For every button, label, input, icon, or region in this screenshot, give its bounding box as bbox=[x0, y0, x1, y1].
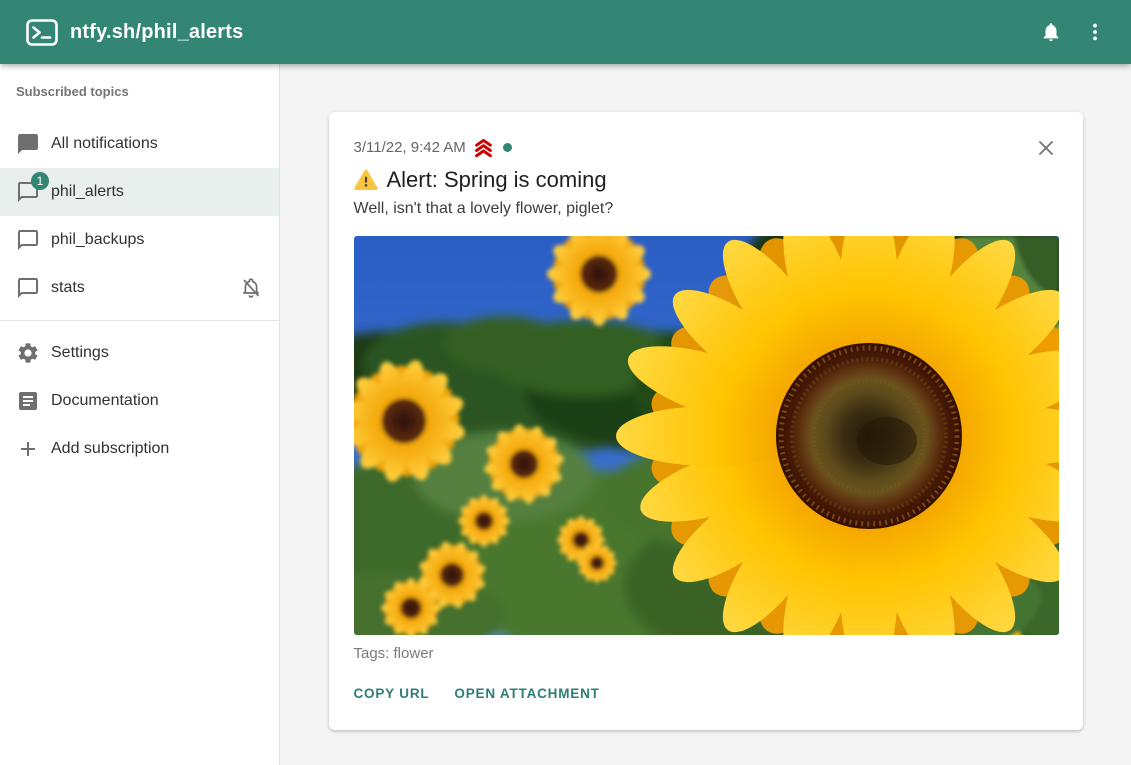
sidebar-item-label: Add subscription bbox=[51, 440, 169, 458]
sidebar-item-label: Settings bbox=[51, 344, 109, 362]
subscribed-topics-label: Subscribed topics bbox=[0, 80, 279, 104]
chat-bubble-outline-icon bbox=[16, 276, 40, 300]
sidebar-item-label: stats bbox=[51, 279, 85, 297]
chat-bubble-outline-icon bbox=[16, 228, 40, 252]
sidebar-divider bbox=[0, 320, 279, 321]
bell-icon bbox=[1040, 21, 1062, 43]
close-notification-button[interactable] bbox=[1033, 135, 1059, 161]
app-bar: ntfy.sh/phil_alerts bbox=[0, 0, 1131, 64]
sidebar-item-label: phil_backups bbox=[51, 231, 144, 249]
kebab-menu-icon bbox=[1084, 21, 1106, 43]
sidebar-item-label: All notifications bbox=[51, 135, 158, 153]
unread-dot-icon bbox=[503, 143, 512, 152]
notifications-muted-icon bbox=[239, 276, 263, 300]
notification-timestamp: 3/11/22, 9:42 AM bbox=[354, 139, 466, 156]
sidebar-item-label: phil_alerts bbox=[51, 183, 124, 201]
notification-title: Alert: Spring is coming bbox=[387, 167, 607, 193]
notification-title-row: Alert: Spring is coming bbox=[354, 167, 1059, 193]
notification-tags: Tags: flower bbox=[354, 645, 1059, 662]
plus-icon bbox=[16, 437, 40, 461]
sidebar-item-phil-alerts[interactable]: 1 phil_alerts bbox=[0, 168, 279, 216]
chat-bubble-filled-icon bbox=[16, 132, 40, 156]
unread-count-badge: 1 bbox=[31, 172, 49, 190]
sidebar: Subscribed topics All notifications 1 ph… bbox=[0, 64, 280, 765]
sidebar-item-add-subscription[interactable]: Add subscription bbox=[0, 425, 279, 473]
article-icon bbox=[16, 389, 40, 413]
main-content: 3/11/22, 9:42 AM bbox=[280, 64, 1131, 765]
notification-actions: COPY URL OPEN ATTACHMENT bbox=[354, 681, 1059, 706]
sidebar-item-documentation[interactable]: Documentation bbox=[0, 377, 279, 425]
notifications-bell-button[interactable] bbox=[1029, 10, 1073, 54]
sidebar-item-label: Documentation bbox=[51, 392, 159, 410]
copy-url-button[interactable]: COPY URL bbox=[354, 681, 430, 706]
sidebar-item-stats[interactable]: stats bbox=[0, 264, 279, 312]
open-attachment-button[interactable]: OPEN ATTACHMENT bbox=[454, 681, 599, 706]
attachment-image-sunflower-field[interactable] bbox=[354, 236, 1059, 635]
notification-card: 3/11/22, 9:42 AM bbox=[329, 112, 1083, 730]
close-icon bbox=[1034, 136, 1058, 160]
warning-icon bbox=[354, 169, 378, 191]
gear-icon bbox=[16, 341, 40, 365]
chat-bubble-outline-icon: 1 bbox=[16, 180, 40, 204]
notification-body: Well, isn't that a lovely flower, piglet… bbox=[354, 198, 1059, 219]
sidebar-item-settings[interactable]: Settings bbox=[0, 329, 279, 377]
overflow-menu-button[interactable] bbox=[1073, 10, 1117, 54]
priority-max-icon bbox=[472, 136, 495, 159]
notification-header: 3/11/22, 9:42 AM bbox=[354, 138, 1059, 156]
sidebar-item-all-notifications[interactable]: All notifications bbox=[0, 120, 279, 168]
ntfy-terminal-logo-icon bbox=[26, 19, 58, 46]
sidebar-item-phil-backups[interactable]: phil_backups bbox=[0, 216, 279, 264]
app-title: ntfy.sh/phil_alerts bbox=[70, 21, 243, 44]
